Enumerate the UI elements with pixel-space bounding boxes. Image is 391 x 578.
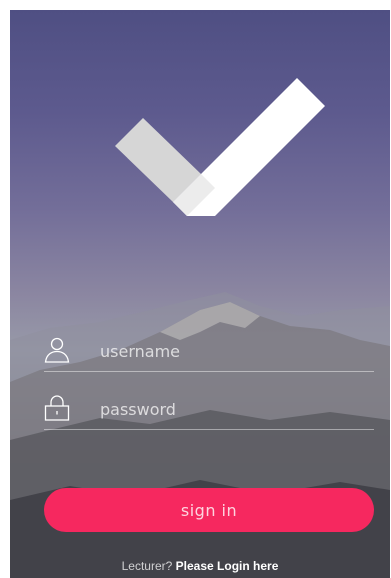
- password-field: [44, 390, 374, 430]
- lecturer-login-link[interactable]: Please Login here: [176, 559, 279, 573]
- lecturer-login-prompt: Lecturer? Please Login here: [10, 559, 390, 573]
- login-screen: sign in Lecturer? Please Login here: [10, 10, 390, 578]
- user-icon: [44, 337, 70, 363]
- password-input[interactable]: [100, 394, 360, 424]
- signin-button[interactable]: sign in: [44, 488, 374, 532]
- checkmark-icon: [115, 78, 325, 216]
- username-input[interactable]: [100, 336, 360, 366]
- lecturer-question: Lecturer?: [121, 559, 173, 573]
- username-field: [44, 332, 374, 372]
- lock-icon: [44, 395, 70, 421]
